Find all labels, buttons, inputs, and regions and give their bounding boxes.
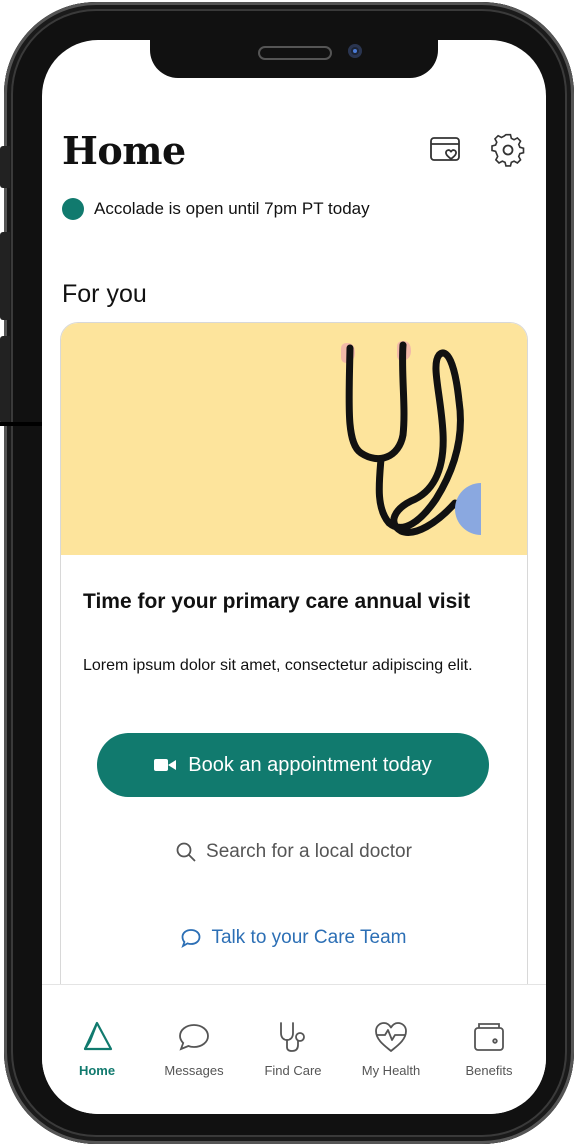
- nav-label-my-health: My Health: [361, 1063, 421, 1078]
- card-heart-icon[interactable]: [428, 132, 464, 168]
- annual-visit-card: Time for your primary care annual visit …: [60, 322, 528, 1044]
- status-text: Accolade is open until 7pm PT today: [94, 199, 370, 218]
- nav-item-benefits[interactable]: Benefits: [444, 1019, 534, 1078]
- talk-care-team-link[interactable]: Talk to your Care Team: [61, 927, 527, 949]
- speaker-grille: [258, 46, 332, 60]
- front-camera: [348, 44, 362, 58]
- book-appointment-label: Book an appointment today: [188, 753, 432, 776]
- nav-label-benefits: Benefits: [465, 1063, 513, 1078]
- chat-bubble-icon: [181, 928, 201, 948]
- search-icon: [176, 842, 196, 862]
- nav-label-find-care: Find Care: [264, 1063, 322, 1078]
- home-triangle-icon: [52, 1019, 142, 1055]
- app-screen: Home Accolade is open until 7pm PT today…: [42, 40, 546, 1114]
- stethoscope-illustration-icon: [341, 341, 481, 536]
- nav-label-messages: Messages: [164, 1063, 224, 1078]
- chat-bubble-icon: [149, 1019, 239, 1055]
- side-button-mute: [0, 146, 10, 188]
- side-button-volume-down: [0, 336, 10, 424]
- wallet-icon: [444, 1019, 534, 1055]
- stethoscope-icon: [248, 1019, 338, 1055]
- card-hero: [61, 323, 527, 555]
- section-title: For you: [62, 280, 147, 308]
- nav-item-my-health[interactable]: My Health: [346, 1019, 436, 1078]
- card-title: Time for your primary care annual visit: [83, 590, 471, 613]
- side-button-volume-up: [0, 232, 10, 320]
- gear-icon[interactable]: [490, 132, 526, 168]
- nav-item-messages[interactable]: Messages: [149, 1019, 239, 1078]
- nav-item-home[interactable]: Home: [52, 1019, 142, 1078]
- search-doctor-label: Search for a local doctor: [206, 841, 412, 862]
- book-appointment-button[interactable]: Book an appointment today: [97, 733, 489, 797]
- status-dot: [62, 198, 84, 220]
- bottom-navigation: Home Messages Find Care My Health Benefi…: [42, 984, 546, 1114]
- talk-care-team-label: Talk to your Care Team: [211, 927, 407, 948]
- open-hours-status: Accolade is open until 7pm PT today: [62, 198, 370, 220]
- video-camera-icon: [154, 757, 177, 773]
- heartbeat-icon: [346, 1019, 436, 1055]
- nav-item-find-care[interactable]: Find Care: [248, 1019, 338, 1078]
- page-title: Home: [62, 128, 186, 173]
- nav-label-home: Home: [78, 1063, 116, 1078]
- notch: [150, 40, 438, 78]
- card-body: Lorem ipsum dolor sit amet, consectetur …: [83, 657, 473, 674]
- search-doctor-link[interactable]: Search for a local doctor: [61, 841, 527, 863]
